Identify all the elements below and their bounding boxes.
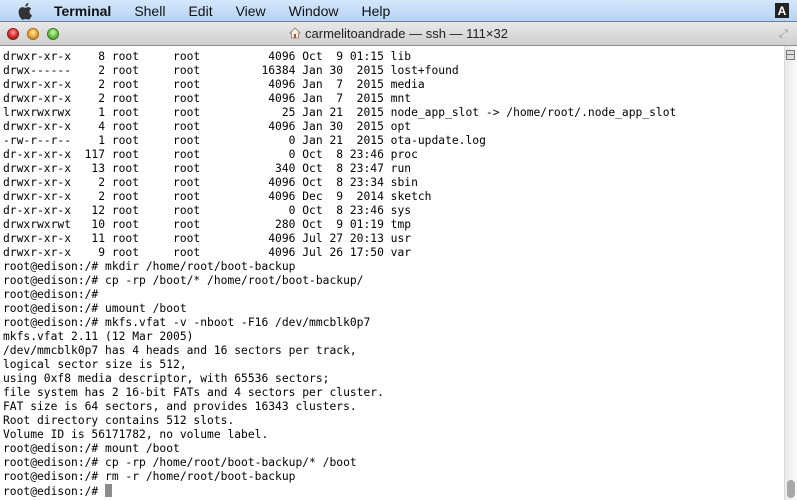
window-titlebar[interactable]: carmelitoandrade — ssh — 111×32 ⤢ — [0, 22, 797, 46]
menu-shell[interactable]: Shell — [134, 3, 165, 19]
terminal-line: using 0xf8 media descriptor, with 65536 … — [3, 372, 330, 385]
window-title-wrap: carmelitoandrade — ssh — 111×32 — [0, 26, 797, 42]
menu-edit[interactable]: Edit — [188, 3, 212, 19]
terminal-line: lrwxrwxrwx 1 root root 25 Jan 21 2015 no… — [3, 106, 677, 119]
terminal-line: drwxr-xr-x 9 root root 4096 Jul 26 17:50… — [3, 246, 412, 259]
terminal-line: root@edison:/# rm -r /home/root/boot-bac… — [3, 470, 296, 483]
vertical-scrollbar[interactable] — [784, 46, 797, 500]
terminal-line: root@edison:/# cp -rp /boot/* /home/root… — [3, 274, 364, 287]
window-title: carmelitoandrade — ssh — 111×32 — [305, 26, 508, 41]
terminal-line: /dev/mmcblk0p7 has 4 heads and 16 sector… — [3, 344, 357, 357]
terminal-line: drwxr-xr-x 8 root root 4096 Oct 9 01:15 … — [3, 50, 412, 63]
terminal-line: drwxr-xr-x 11 root root 4096 Jul 27 20:1… — [3, 232, 412, 245]
terminal-line: dr-xr-xr-x 12 root root 0 Oct 8 23:46 sy… — [3, 204, 412, 217]
terminal-line: drwxrwxrwt 10 root root 280 Oct 9 01:19 … — [3, 218, 412, 231]
terminal-line: root@edison:/# mount /boot — [3, 442, 180, 455]
scroll-thumb[interactable] — [787, 480, 795, 498]
terminal-text: drwxr-xr-x 8 root root 4096 Oct 9 01:15 … — [0, 46, 784, 499]
menu-view[interactable]: View — [236, 3, 266, 19]
terminal-line: drwxr-xr-x 2 root root 4096 Dec 9 2014 s… — [3, 190, 432, 203]
terminal-line: logical sector size is 512, — [3, 358, 187, 371]
home-icon — [289, 27, 301, 42]
terminal-line: dr-xr-xr-x 117 root root 0 Oct 8 23:46 p… — [3, 148, 418, 161]
menu-bar: Terminal Shell Edit View Window Help A — [0, 0, 797, 22]
terminal-line: Volume ID is 56171782, no volume label. — [3, 428, 269, 441]
terminal-line: drwxr-xr-x 2 root root 4096 Jan 7 2015 m… — [3, 92, 412, 105]
terminal-line: Root directory contains 512 slots. — [3, 414, 235, 427]
terminal-line: drwxr-xr-x 2 root root 4096 Jan 7 2015 m… — [3, 78, 425, 91]
split-pane-icon[interactable] — [786, 50, 795, 60]
terminal-line: drwxr-xr-x 2 root root 4096 Oct 8 23:34 … — [3, 176, 418, 189]
terminal-prompt: root@edison:/# — [3, 485, 106, 498]
menu-window[interactable]: Window — [289, 3, 339, 19]
terminal-line: root@edison:/# mkdir /home/root/boot-bac… — [3, 260, 296, 273]
terminal-output[interactable]: drwxr-xr-x 8 root root 4096 Oct 9 01:15 … — [0, 46, 784, 500]
terminal-line: root@edison:/# umount /boot — [3, 302, 187, 315]
adobe-icon[interactable]: A — [775, 3, 789, 18]
terminal-line: root@edison:/# — [3, 288, 99, 301]
menu-app-terminal[interactable]: Terminal — [54, 3, 111, 19]
terminal-line: drwxr-xr-x 13 root root 340 Oct 8 23:47 … — [3, 162, 412, 175]
terminal-line: root@edison:/# cp -rp /home/root/boot-ba… — [3, 456, 357, 469]
terminal-line: mkfs.vfat 2.11 (12 Mar 2005) — [3, 330, 194, 343]
text-cursor — [105, 484, 113, 497]
fullscreen-icon[interactable]: ⤢ — [779, 28, 791, 40]
terminal-line: FAT size is 64 sectors, and provides 163… — [3, 400, 357, 413]
terminal-line: drwxr-xr-x 4 root root 4096 Jan 30 2015 … — [3, 120, 412, 133]
terminal-line: root@edison:/# mkfs.vfat -v -nboot -F16 … — [3, 316, 371, 329]
terminal-line: file system has 2 16-bit FATs and 4 sect… — [3, 386, 384, 399]
menu-help[interactable]: Help — [361, 3, 390, 19]
terminal-line: drwx------ 2 root root 16384 Jan 30 2015… — [3, 64, 459, 77]
terminal-line: -rw-r--r-- 1 root root 0 Jan 21 2015 ota… — [3, 134, 486, 147]
apple-icon[interactable] — [16, 2, 36, 20]
